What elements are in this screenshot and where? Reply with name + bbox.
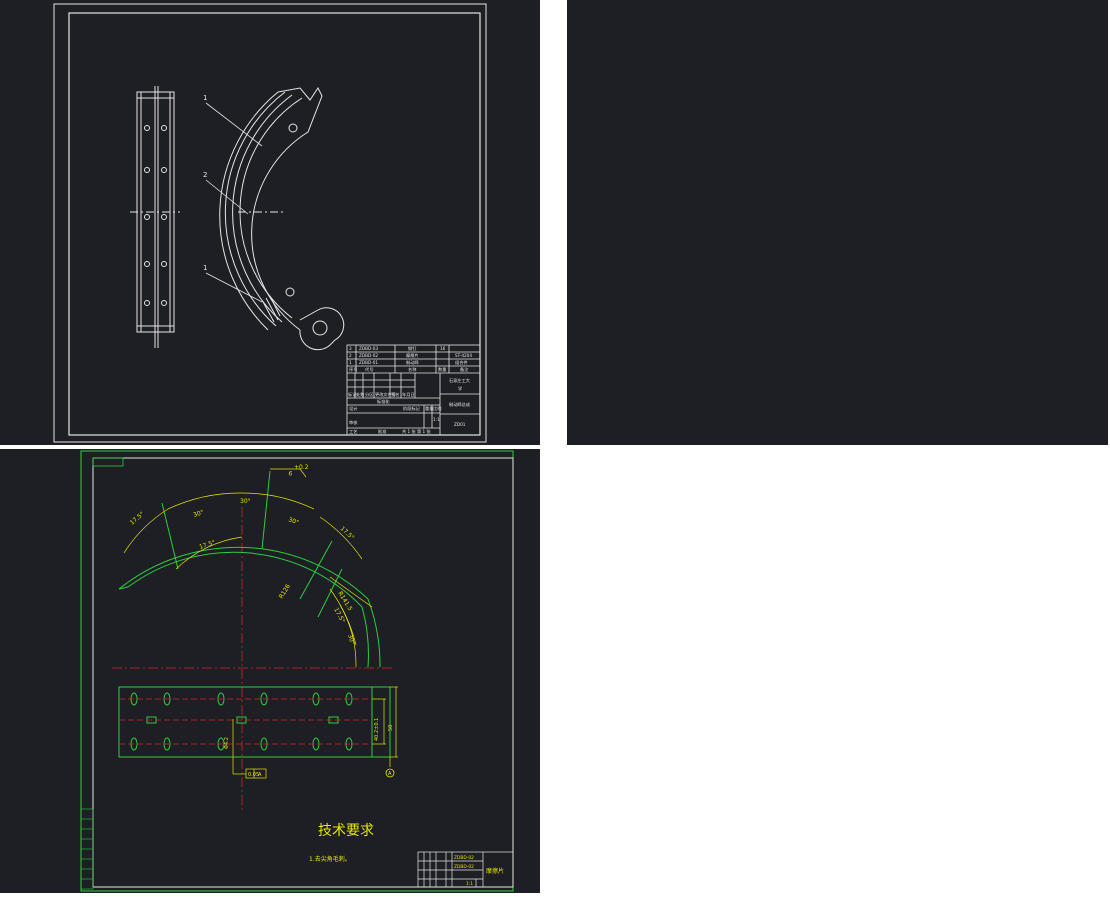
dim-arc-a: 17.5° (129, 511, 146, 527)
lining-cutouts (161, 470, 343, 618)
part-row-3-code: ZDBD-03 (359, 346, 378, 351)
part-row-1-name: 制动蹄 (406, 359, 419, 366)
assembly-drawing: 1 2 1 3 ZDBD-03 铆钉 16 2 ZDBD-02 摩擦片 ST-4… (53, 3, 487, 443)
sheet-inner-frame-white (92, 457, 514, 888)
label-review: 审核 (349, 419, 358, 426)
scale-value: 1:1 (433, 417, 440, 422)
dim-height-1: 40.2±0.1 (374, 718, 380, 741)
part-title-name: 摩擦片 (486, 867, 504, 875)
drawing-number: ZD01 (454, 422, 466, 427)
part-title-row-2: ZDBD-02 (454, 864, 474, 870)
label-design: 设计 (349, 405, 357, 412)
label-count: 处数 (356, 391, 365, 398)
dim-arc-h: 17.5° (332, 607, 346, 625)
drawing-panel-assembly[interactable]: 1 2 1 3 ZDBD-03 铆钉 16 2 ZDBD-02 摩擦片 ST-4… (0, 0, 540, 445)
tolerance-frame-datum: A (258, 772, 262, 778)
sheet-inner-frame (68, 12, 481, 436)
dim-radius-a: R126 (278, 583, 292, 600)
balloon-part-1-top: 1 (203, 94, 207, 102)
header-qty: 数量 (438, 366, 446, 373)
dim-arc-g: 30° (346, 633, 356, 645)
shoe-side-view (130, 86, 180, 348)
label-process: 工艺 (349, 429, 357, 434)
part-row-3-qty: 16 (440, 346, 446, 351)
label-date: 年月日 (402, 391, 415, 398)
dim-width: 6 (288, 470, 294, 478)
part-row-3-name: 铆钉 (408, 345, 417, 352)
part-row-1-code: ZDBD-01 (359, 360, 378, 365)
drawing-panel-part[interactable]: 17.5° 30° 30° 30° 17.5° 17.5° 30° 17.5° … (0, 449, 540, 893)
part-row-2-code: ZDBD-02 (359, 353, 378, 358)
dim-tolerance: +0.2 (294, 464, 309, 471)
part-row-2-seq: 2 (349, 353, 352, 358)
lining-plan-view (118, 686, 391, 758)
part-drawing: 17.5° 30° 30° 30° 17.5° 17.5° 30° 17.5° … (80, 450, 514, 892)
part-title-scale: 1:1 (466, 881, 473, 887)
university-name: 石家庄工大 (449, 377, 470, 384)
header-seq: 序号 (349, 366, 357, 373)
sheet-outer-frame-green (80, 450, 514, 892)
part-row-1-material: 组合件 (455, 359, 468, 366)
part-row-2-name: 摩擦片 (406, 352, 419, 359)
dim-arc-b: 30° (192, 509, 204, 519)
dim-arc-e: 17.5° (339, 525, 356, 541)
part-row-2-material: ST-4204 (455, 353, 472, 358)
label-scale: 比例 (433, 405, 441, 412)
part-row-1-seq: 1 (349, 360, 352, 365)
part-row-3-seq: 3 (349, 346, 352, 351)
dim-hole: Φ4.2 (224, 737, 230, 749)
blank-viewport-panel[interactable] (567, 0, 1108, 445)
balloon-part-2: 2 (203, 171, 207, 179)
dim-height-2: 50 (388, 725, 394, 731)
part-title-row-1: ZDBD-02 (454, 855, 474, 861)
university-dept: 学 (458, 385, 462, 391)
label-approve: 批准 (378, 428, 386, 435)
tech-requirements-note: 1.去尖角毛刺。 (309, 855, 351, 863)
label-standard: 标准化 (377, 398, 390, 405)
sheet-info: 共 1 张 第 1 张 (402, 428, 432, 435)
shoe-front-view (219, 87, 345, 351)
label-stage: 阶段标记 (403, 405, 421, 412)
sheet-outer-frame (53, 3, 487, 443)
label-zone: 分区 (365, 391, 373, 398)
datum-label: A (388, 771, 392, 777)
header-note: 备注 (460, 366, 469, 373)
dim-arc-c: 30° (240, 498, 251, 505)
balloon-part-1-bottom: 1 (203, 264, 207, 272)
leader-lines (205, 102, 263, 303)
tech-requirements-title: 技术要求 (318, 823, 374, 839)
header-code: 代号 (365, 366, 373, 373)
dim-arc-d: 30° (287, 516, 299, 526)
drawing-name: 制动蹄总成 (449, 401, 470, 408)
header-name: 名称 (408, 366, 416, 373)
label-signature: 签名 (391, 391, 399, 398)
